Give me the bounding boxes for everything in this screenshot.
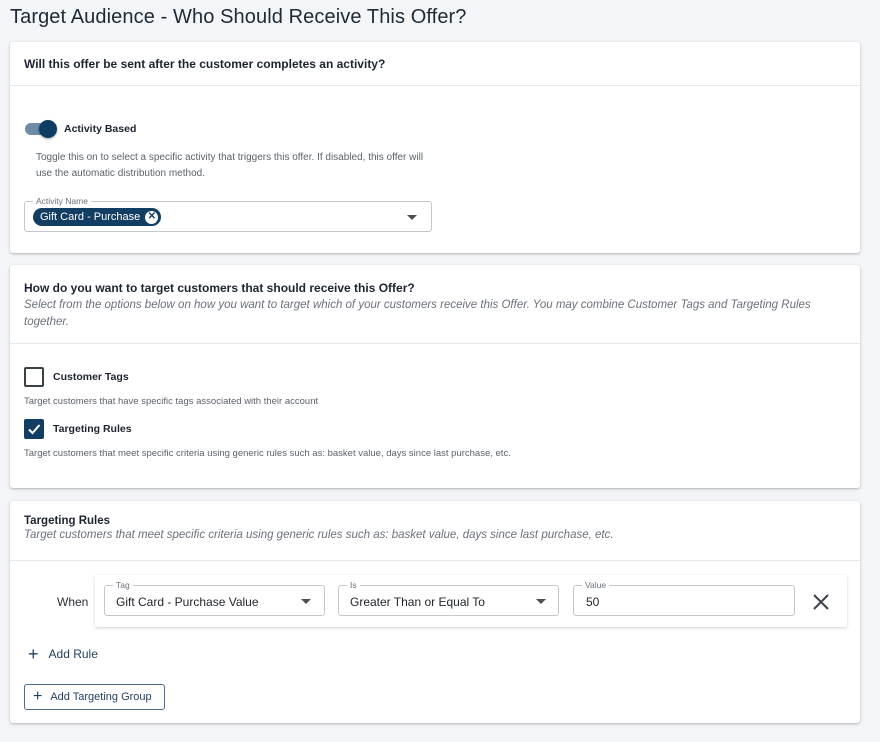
activity-card: Will this offer be sent after the custom… [10,42,860,253]
operator-value: Greater Than or Equal To [350,595,485,609]
customer-tags-checkbox[interactable] [24,367,44,387]
operator-label: Is [347,580,360,590]
rules-description: Target customers that meet specific crit… [24,529,614,541]
add-targeting-group-label: Add Targeting Group [50,691,152,703]
chevron-down-icon[interactable] [536,599,546,604]
chip-remove-icon[interactable]: ✕ [145,210,159,224]
operator-select[interactable]: Is Greater Than or Equal To [338,580,559,616]
add-targeting-group-button[interactable]: + Add Targeting Group [24,684,165,710]
plus-icon: + [28,644,39,664]
activity-help-text: Toggle this on to select a specific acti… [36,152,424,179]
activity-chip: Gift Card - Purchase ✕ [33,208,162,226]
add-rule-button[interactable]: + Add Rule [28,645,98,663]
rules-card: Targeting Rules Target customers that me… [10,501,860,723]
activity-chip-label: Gift Card - Purchase [40,211,141,223]
customer-tags-help: Target customers that have specific tags… [24,396,319,407]
targeting-question: How do you want to target customers that… [24,281,415,295]
activity-question: Will this offer be sent after the custom… [24,56,386,71]
activity-name-select[interactable]: Activity Name Gift Card - Purchase ✕ [24,196,432,232]
rules-title: Targeting Rules [24,515,111,527]
targeting-card-header: How do you want to target customers that… [10,265,860,344]
add-rule-label: Add Rule [48,647,98,661]
value-text: 50 [586,595,600,609]
activity-card-header: Will this offer be sent after the custom… [10,42,860,86]
activity-based-toggle[interactable] [24,120,58,138]
targeting-rules-checkbox[interactable] [24,419,44,439]
toggle-thumb [39,120,57,138]
when-label: When [57,595,89,609]
tag-label: Tag [113,580,133,590]
value-input[interactable]: Value 50 [573,580,795,616]
checkmark-icon [28,424,41,435]
targeting-rules-label: Targeting Rules [53,423,132,435]
rules-card-header: Targeting Rules Target customers that me… [10,501,860,561]
tag-select[interactable]: Tag Gift Card - Purchase Value [104,580,325,616]
plus-icon: + [33,688,43,705]
tag-value: Gift Card - Purchase Value [116,595,259,609]
targeting-description: Select from the options below on how you… [24,299,811,328]
chevron-down-icon[interactable] [407,215,417,220]
remove-rule-icon[interactable] [810,591,832,613]
customer-tags-label: Customer Tags [53,371,129,383]
activity-name-label: Activity Name [33,196,91,206]
chevron-down-icon[interactable] [301,599,311,604]
activity-toggle-row: Activity Based [24,120,136,138]
page-title: Target Audience - Who Should Receive Thi… [10,6,467,28]
targeting-card: How do you want to target customers that… [10,265,860,488]
activity-based-label: Activity Based [64,123,137,135]
targeting-rules-help: Target customers that meet specific crit… [24,448,511,459]
value-label: Value [582,580,610,590]
